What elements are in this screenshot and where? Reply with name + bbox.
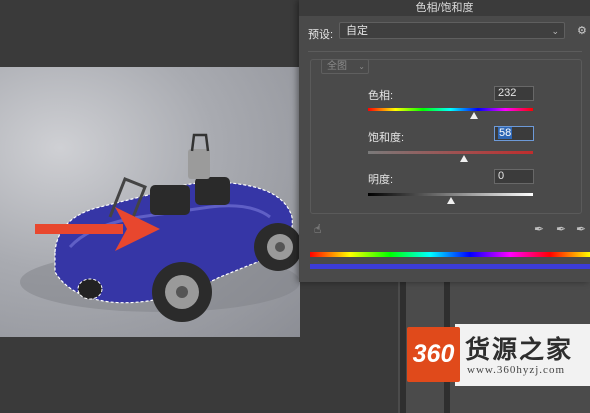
hue-saturation-dialog: 色相/饱和度 预设: 自定 ⌄ ⚙ 全图 ⌄ 色相: 232 饱和度: 58 明… — [299, 0, 590, 282]
gear-icon[interactable]: ⚙ — [577, 24, 587, 37]
color-spectrum-bottom — [310, 264, 590, 269]
lightness-slider-thumb[interactable] — [446, 197, 455, 204]
divider — [308, 51, 582, 52]
watermark-logo: 360 — [407, 327, 460, 382]
preset-label: 预设: — [308, 29, 334, 41]
preset-value: 自定 — [346, 25, 368, 37]
watermark: 360 货源之家 www.360hyzj.com — [407, 327, 590, 385]
channel-value: 全图 — [327, 61, 347, 72]
adjustment-group — [310, 59, 582, 214]
lightness-label: 明度: — [368, 174, 394, 186]
lightness-slider[interactable] — [368, 193, 533, 196]
eyedropper-icon[interactable]: ✒ — [534, 222, 544, 236]
dialog-title: 色相/饱和度 — [299, 0, 590, 16]
chevron-down-icon: ⌄ — [551, 26, 559, 36]
lightness-input[interactable]: 0 — [494, 169, 534, 184]
eyedropper-plus-icon[interactable]: ✒ — [556, 222, 566, 236]
hue-slider[interactable] — [368, 108, 533, 111]
color-spectrum-top — [310, 252, 590, 257]
watermark-name: 货源之家 — [465, 336, 574, 364]
car-illustration — [20, 133, 300, 322]
hue-input[interactable]: 232 — [494, 86, 534, 101]
preset-select[interactable]: 自定 ⌄ — [339, 22, 565, 39]
saturation-label: 饱和度: — [368, 132, 405, 144]
saturation-slider[interactable] — [368, 151, 533, 154]
chevron-down-icon: ⌄ — [358, 62, 365, 71]
hand-adjust-icon[interactable]: ☝ — [314, 222, 321, 236]
saturation-value: 58 — [498, 127, 513, 139]
watermark-url: www.360hyzj.com — [467, 364, 565, 376]
hue-slider-thumb[interactable] — [469, 112, 478, 119]
channel-select[interactable]: 全图 ⌄ — [321, 59, 369, 74]
image-canvas[interactable] — [0, 67, 300, 337]
saturation-input[interactable]: 58 — [494, 126, 534, 141]
saturation-slider-thumb[interactable] — [459, 155, 468, 162]
eyedropper-minus-icon[interactable]: ✒ — [576, 222, 586, 236]
hue-label: 色相: — [368, 90, 394, 102]
red-arrow — [35, 207, 160, 251]
